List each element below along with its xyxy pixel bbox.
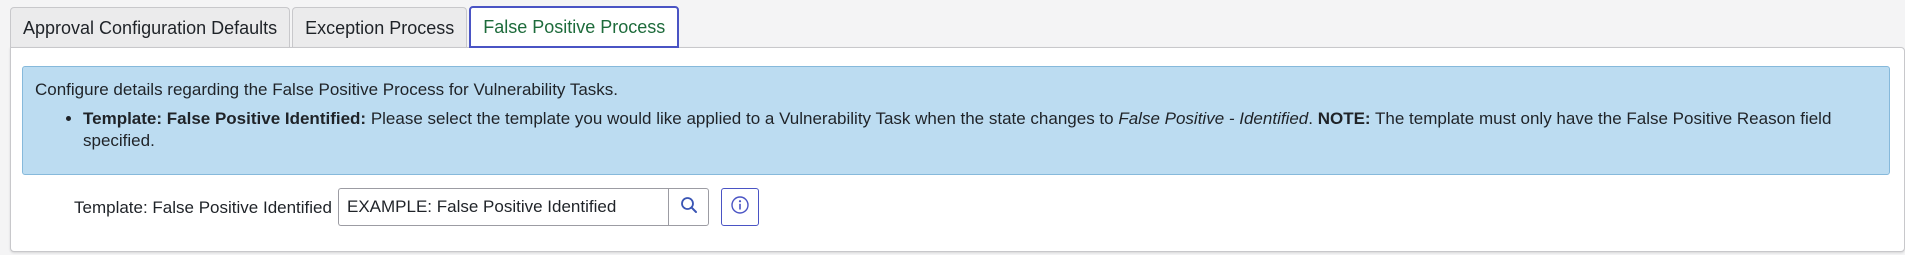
info-item-text: Please select the template you would lik…	[366, 109, 1119, 128]
info-list: Template: False Positive Identified: Ple…	[35, 108, 1877, 152]
tab-false-positive-process[interactable]: False Positive Process	[469, 6, 680, 48]
reference-info-button[interactable]	[721, 188, 759, 226]
tab-label: False Positive Process	[483, 16, 666, 37]
tab-bar: Approval Configuration Defaults Exceptio…	[10, 6, 681, 48]
template-field-label: Template: False Positive Identified	[74, 198, 332, 217]
info-intro-text: Configure details regarding the False Po…	[35, 80, 619, 99]
lookup-search-button[interactable]	[668, 188, 709, 226]
template-input[interactable]	[338, 188, 668, 226]
tab-panel: Configure details regarding the False Po…	[10, 47, 1905, 252]
tab-label: Approval Configuration Defaults	[23, 17, 278, 38]
search-icon	[680, 196, 698, 219]
tab-exception-process[interactable]: Exception Process	[292, 7, 468, 48]
info-list-item: Template: False Positive Identified: Ple…	[83, 108, 1877, 152]
info-item-label: Template: False Positive Identified:	[83, 109, 367, 128]
tab-label: Exception Process	[305, 17, 455, 38]
info-message: Configure details regarding the False Po…	[22, 66, 1890, 175]
template-field-row: Template: False Positive Identified	[11, 188, 1904, 228]
info-item-state: False Positive - Identified	[1118, 109, 1309, 128]
tab-approval-configuration-defaults[interactable]: Approval Configuration Defaults	[10, 7, 291, 48]
info-icon	[730, 195, 750, 220]
info-item-separator: .	[1308, 109, 1318, 128]
info-note-label: NOTE:	[1317, 109, 1371, 128]
